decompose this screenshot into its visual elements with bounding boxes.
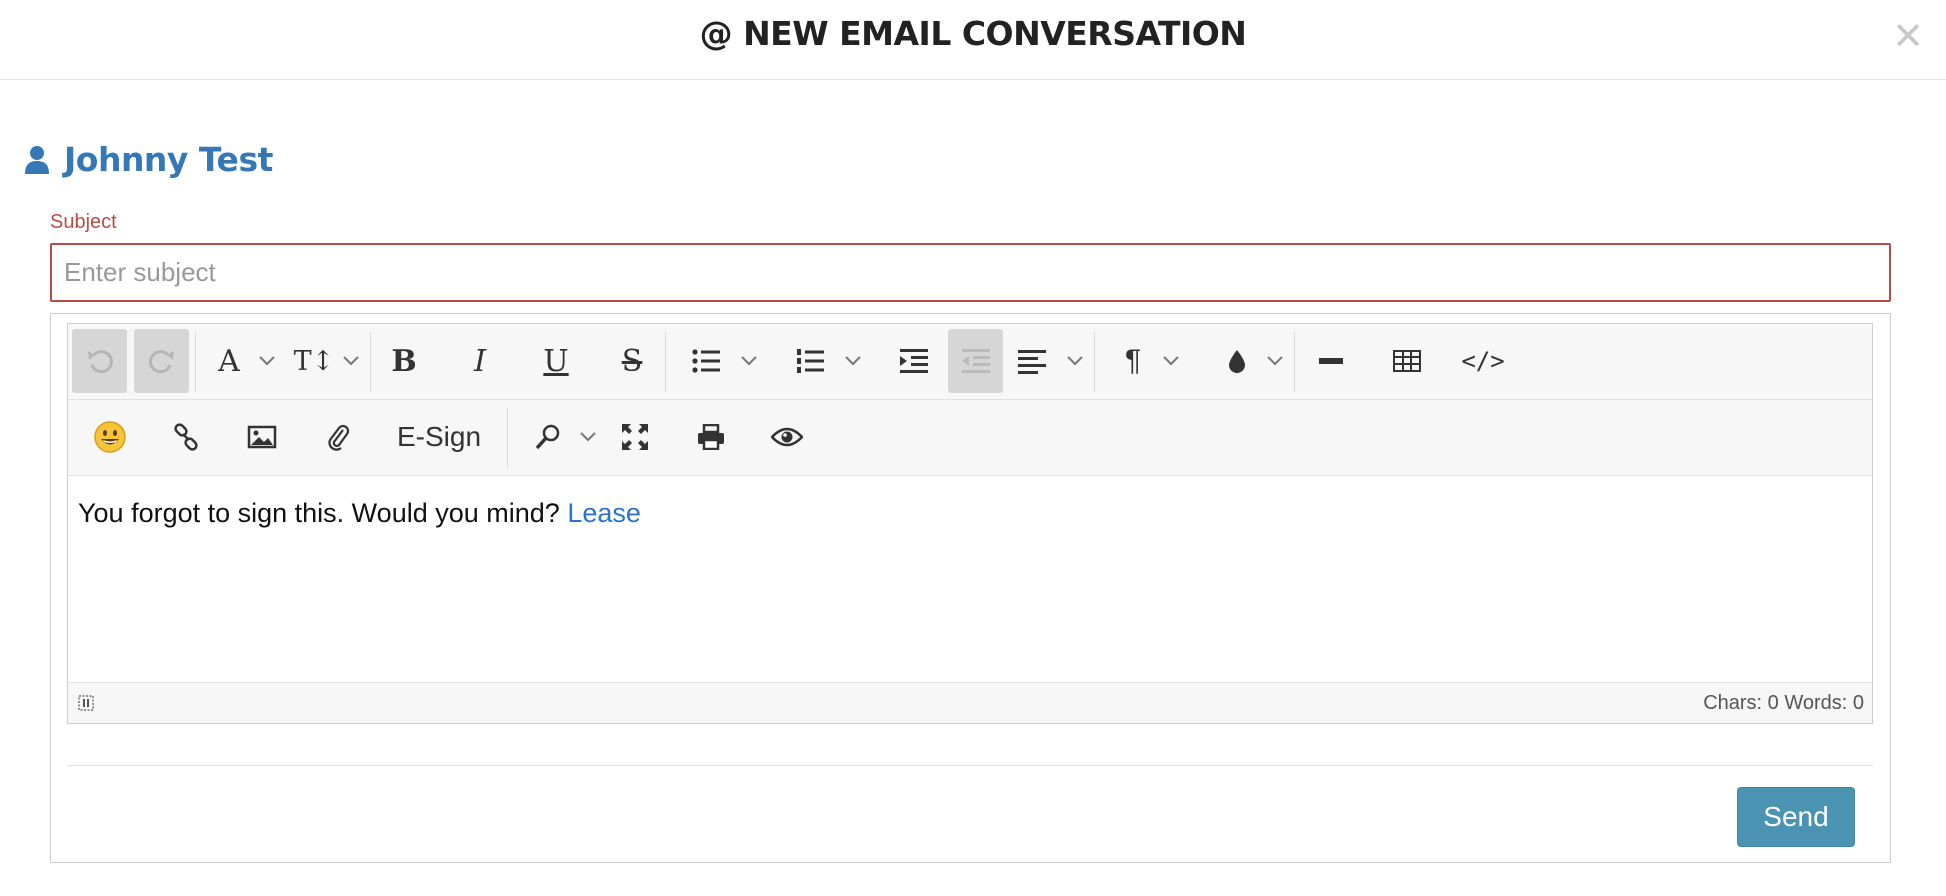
close-icon[interactable]: ✕ [1892, 16, 1924, 56]
font-size-icon[interactable]: T↕ [292, 329, 336, 393]
align-icon[interactable] [1010, 329, 1054, 393]
code-view-icon[interactable]: </> [1461, 329, 1505, 393]
editor-status-bar: Chars: 0 Words: 0 [68, 682, 1872, 723]
contact-name[interactable]: Johnny Test [64, 140, 273, 179]
editor-content[interactable]: You forgot to sign this. Would you mind?… [68, 476, 1872, 682]
toolbar-separator [370, 332, 371, 392]
subject-label: Subject [50, 211, 117, 233]
chevron-down-icon[interactable] [574, 405, 602, 469]
table-icon[interactable] [1385, 329, 1429, 393]
char-word-count: Chars: 0 Words: 0 [1703, 692, 1864, 714]
strikethrough-icon[interactable]: S [610, 329, 654, 393]
dialog-title: @ NEW EMAIL CONVERSATION [699, 14, 1247, 53]
resize-handle-icon[interactable] [78, 695, 94, 711]
chevron-down-icon[interactable] [1157, 329, 1185, 393]
footer-divider [67, 765, 1873, 766]
dialog-header: @ NEW EMAIL CONVERSATION ✕ [0, 0, 1946, 80]
bold-icon[interactable]: B [382, 329, 426, 393]
esign-button[interactable]: E-Sign [390, 405, 488, 469]
italic-icon[interactable]: I [458, 329, 502, 393]
font-family-icon[interactable]: A [207, 329, 251, 393]
chevron-down-icon[interactable] [735, 329, 763, 393]
lease-link[interactable]: Lease [567, 498, 641, 528]
fullscreen-icon[interactable] [613, 405, 657, 469]
link-icon[interactable] [164, 405, 208, 469]
subject-input[interactable] [50, 243, 1891, 302]
toolbar-separator [507, 408, 508, 468]
chevron-down-icon[interactable] [1061, 329, 1089, 393]
emoji-icon[interactable] [88, 405, 132, 469]
user-icon [25, 145, 49, 174]
send-button[interactable]: Send [1737, 787, 1855, 847]
color-drop-icon[interactable] [1215, 329, 1259, 393]
underline-icon[interactable]: U [534, 329, 578, 393]
toolbar-separator [1094, 332, 1095, 392]
redo-icon[interactable] [134, 329, 189, 393]
horizontal-rule-icon[interactable] [1309, 329, 1353, 393]
toolbar-row-1: A T↕ B I U S ¶ </> [68, 324, 1872, 400]
preview-icon[interactable] [765, 405, 809, 469]
outdent-icon[interactable] [948, 329, 1003, 393]
bullet-list-icon[interactable] [684, 329, 728, 393]
attachment-icon[interactable] [316, 405, 360, 469]
numbered-list-icon[interactable] [788, 329, 832, 393]
indent-icon[interactable] [886, 329, 941, 393]
toolbar-row-2: E-Sign [68, 400, 1872, 476]
toolbar-separator [1294, 332, 1295, 392]
rich-text-editor: A T↕ B I U S ¶ </> E-Sign You forgot to … [67, 323, 1873, 724]
undo-icon[interactable] [72, 329, 127, 393]
contact-recipient: Johnny Test [24, 140, 273, 179]
toolbar-separator [665, 332, 666, 392]
toolbar-separator [195, 332, 196, 392]
paragraph-format-icon[interactable]: ¶ [1111, 329, 1155, 393]
message-body-text: You forgot to sign this. Would you mind? [78, 498, 560, 528]
chevron-down-icon[interactable] [1261, 329, 1289, 393]
chevron-down-icon[interactable] [839, 329, 867, 393]
chevron-down-icon[interactable] [337, 329, 365, 393]
image-icon[interactable] [240, 405, 284, 469]
print-icon[interactable] [689, 405, 733, 469]
search-icon[interactable] [526, 405, 570, 469]
chevron-down-icon[interactable] [253, 329, 281, 393]
